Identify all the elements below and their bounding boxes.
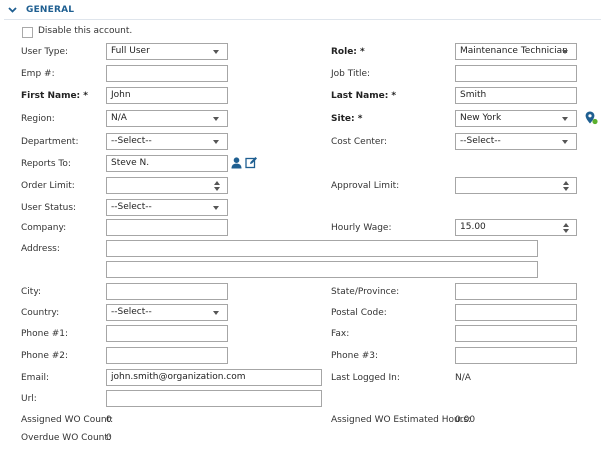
chevron-down-icon xyxy=(213,311,219,315)
country-label: Country: xyxy=(21,308,60,318)
assigned-wo-count-value: 0 xyxy=(106,415,112,425)
user-icon[interactable] xyxy=(231,157,242,169)
chevron-down-icon[interactable] xyxy=(8,7,17,13)
role-value: Maintenance Technician xyxy=(460,46,568,56)
user-status-label: User Status: xyxy=(21,203,77,213)
region-value: N/A xyxy=(111,113,127,123)
stepper-arrows-icon[interactable] xyxy=(214,181,220,191)
city-input[interactable] xyxy=(106,283,228,300)
last-logged-in-value: N/A xyxy=(455,373,471,383)
job-title-label: Job Title: xyxy=(331,69,371,79)
overdue-wo-count-value: 0 xyxy=(106,433,112,443)
city-label: City: xyxy=(21,287,42,297)
company-input[interactable] xyxy=(106,219,228,236)
cost-center-select[interactable]: --Select-- xyxy=(455,133,577,150)
user-type-label: User Type: xyxy=(21,47,69,57)
user-type-select[interactable]: Full User xyxy=(106,43,228,60)
assigned-wo-hours-value: 0.00 xyxy=(455,415,476,425)
hourly-wage-value: 15.00 xyxy=(460,222,486,232)
user-type-value: Full User xyxy=(111,46,150,56)
edit-icon[interactable] xyxy=(245,156,258,169)
cost-center-label: Cost Center: xyxy=(331,137,388,147)
last-name-label: Last Name: * xyxy=(331,91,397,101)
section-title: GENERAL xyxy=(26,5,75,15)
reports-to-label: Reports To: xyxy=(21,159,71,169)
country-value: --Select-- xyxy=(111,307,152,317)
url-label: Url: xyxy=(21,394,37,404)
section-header[interactable]: GENERAL xyxy=(4,0,601,20)
state-label: State/Province: xyxy=(331,287,400,297)
company-label: Company: xyxy=(21,223,67,233)
last-name-value: Smith xyxy=(460,90,487,100)
reports-to-input[interactable]: Steve N. xyxy=(106,155,228,172)
phone3-input[interactable] xyxy=(455,347,577,364)
email-label: Email: xyxy=(21,373,50,383)
last-name-input[interactable]: Smith xyxy=(455,87,577,104)
reports-to-value: Steve N. xyxy=(111,158,150,168)
cost-center-value: --Select-- xyxy=(460,136,501,146)
last-logged-in-label: Last Logged In: xyxy=(331,373,400,383)
phone3-label: Phone #3: xyxy=(331,351,379,361)
disable-account-label: Disable this account. xyxy=(38,26,133,36)
chevron-down-icon xyxy=(213,117,219,121)
first-name-input[interactable]: John xyxy=(106,87,228,104)
address-label: Address: xyxy=(21,244,60,254)
user-status-select[interactable]: --Select-- xyxy=(106,199,228,216)
phone1-input[interactable] xyxy=(106,325,228,342)
country-select[interactable]: --Select-- xyxy=(106,304,228,321)
department-value: --Select-- xyxy=(111,136,152,146)
assigned-wo-hours-label: Assigned WO Estimated Hours: xyxy=(331,415,472,425)
first-name-label: First Name: * xyxy=(21,91,88,101)
region-label: Region: xyxy=(21,114,55,124)
phone2-input[interactable] xyxy=(106,347,228,364)
address-line2-input[interactable] xyxy=(106,261,538,278)
assigned-wo-count-label: Assigned WO Count: xyxy=(21,415,114,425)
phone2-label: Phone #2: xyxy=(21,351,69,361)
emp-no-input[interactable] xyxy=(106,65,228,82)
site-select[interactable]: New York xyxy=(455,110,577,127)
disable-account-checkbox[interactable] xyxy=(22,27,33,38)
stepper-arrows-icon[interactable] xyxy=(563,223,569,233)
site-value: New York xyxy=(460,113,502,123)
chevron-down-icon xyxy=(562,50,568,54)
phone1-label: Phone #1: xyxy=(21,329,69,339)
department-select[interactable]: --Select-- xyxy=(106,133,228,150)
approval-limit-label: Approval Limit: xyxy=(331,181,400,191)
email-value: john.smith@organization.com xyxy=(111,372,246,382)
order-limit-label: Order Limit: xyxy=(21,181,75,191)
chevron-down-icon xyxy=(562,140,568,144)
department-label: Department: xyxy=(21,137,79,147)
url-input[interactable] xyxy=(106,390,322,407)
overdue-wo-count-label: Overdue WO Count: xyxy=(21,433,111,443)
address-line1-input[interactable] xyxy=(106,240,538,257)
region-select[interactable]: N/A xyxy=(106,110,228,127)
location-pin-icon[interactable] xyxy=(585,111,598,125)
stepper-arrows-icon[interactable] xyxy=(563,181,569,191)
email-input[interactable]: john.smith@organization.com xyxy=(106,369,322,386)
chevron-down-icon xyxy=(213,50,219,54)
chevron-down-icon xyxy=(213,140,219,144)
chevron-down-icon xyxy=(562,117,568,121)
chevron-down-icon xyxy=(213,206,219,210)
fax-input[interactable] xyxy=(455,325,577,342)
emp-no-label: Emp #: xyxy=(21,69,55,79)
hourly-wage-label: Hourly Wage: xyxy=(331,223,392,233)
site-label: Site: * xyxy=(331,114,363,124)
approval-limit-input[interactable] xyxy=(455,177,577,194)
fax-label: Fax: xyxy=(331,329,350,339)
postal-code-label: Postal Code: xyxy=(331,308,387,318)
state-input[interactable] xyxy=(455,283,577,300)
postal-code-input[interactable] xyxy=(455,304,577,321)
user-status-value: --Select-- xyxy=(111,202,152,212)
job-title-input[interactable] xyxy=(455,65,577,82)
role-select[interactable]: Maintenance Technician xyxy=(455,43,577,60)
first-name-value: John xyxy=(111,90,131,100)
hourly-wage-input[interactable]: 15.00 xyxy=(455,219,577,236)
role-label: Role: * xyxy=(331,47,365,57)
order-limit-input[interactable] xyxy=(106,177,228,194)
